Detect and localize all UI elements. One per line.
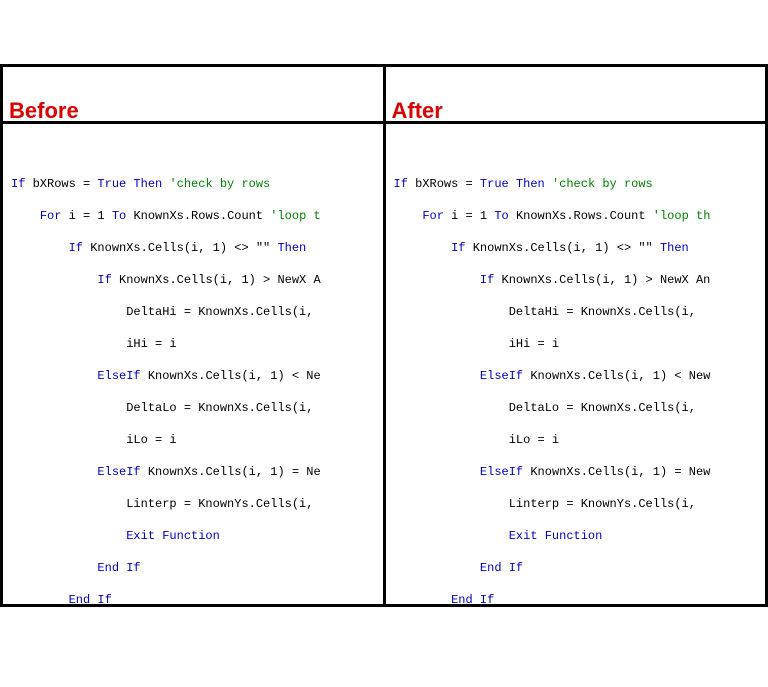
code-line: ElseIf KnownXs.Cells(i, 1) < New [394,368,766,384]
code-line: Exit Function [394,528,766,544]
code-line: ElseIf KnownXs.Cells(i, 1) = Ne [11,464,383,480]
code-line: End If [11,592,383,604]
code-line: DeltaLo = KnownXs.Cells(i, [11,400,383,416]
code-line: iLo = i [11,432,383,448]
before-pane: Before If bXRows = True Then 'check by r… [3,67,383,604]
code-line: ElseIf KnownXs.Cells(i, 1) = New [394,464,766,480]
code-line: If KnownXs.Cells(i, 1) > NewX An [394,272,766,288]
code-line: iLo = i [394,432,766,448]
code-line: DeltaLo = KnownXs.Cells(i, [394,400,766,416]
after-pane: After If bXRows = True Then 'check by ro… [383,67,766,604]
code-line: DeltaHi = KnownXs.Cells(i, [394,304,766,320]
code-line: If KnownXs.Cells(i, 1) <> "" Then [394,240,766,256]
code-line: iHi = i [11,336,383,352]
code-line: For i = 1 To KnownXs.Rows.Count 'loop t [11,208,383,224]
code-line: If bXRows = True Then 'check by rows [394,176,766,192]
code-line: If bXRows = True Then 'check by rows [11,176,383,192]
comparison-container: Before If bXRows = True Then 'check by r… [0,64,768,607]
code-line: End If [11,560,383,576]
code-line: iHi = i [394,336,766,352]
code-line: End If [394,592,766,604]
code-line: Exit Function [11,528,383,544]
code-line: If KnownXs.Cells(i, 1) > NewX A [11,272,383,288]
before-heading: Before [3,99,383,124]
code-line: DeltaHi = KnownXs.Cells(i, [11,304,383,320]
after-heading: After [386,99,766,124]
code-line: For i = 1 To KnownXs.Rows.Count 'loop th [394,208,766,224]
code-line: ElseIf KnownXs.Cells(i, 1) < Ne [11,368,383,384]
after-code: If bXRows = True Then 'check by rows For… [386,156,766,604]
code-line: End If [394,560,766,576]
code-line: If KnownXs.Cells(i, 1) <> "" Then [11,240,383,256]
code-line: Linterp = KnownYs.Cells(i, [394,496,766,512]
code-line: Linterp = KnownYs.Cells(i, [11,496,383,512]
before-code: If bXRows = True Then 'check by rows For… [3,156,383,604]
